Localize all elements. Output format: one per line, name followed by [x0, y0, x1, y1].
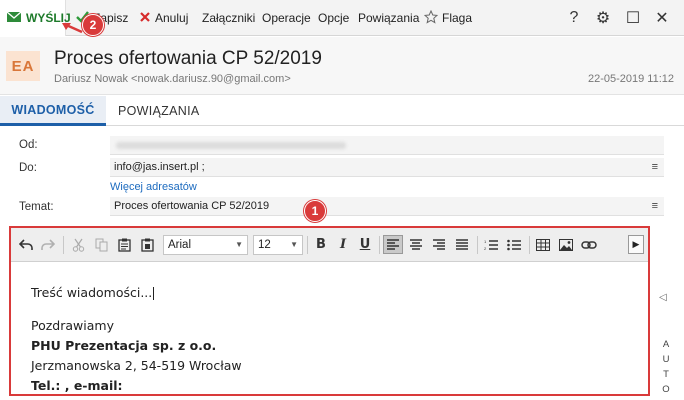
from-field[interactable]	[110, 136, 664, 155]
message-editor: Arial ▼ 12 ▼ B I U 12 ▶ Treść wiadomości…	[9, 226, 650, 396]
body-placeholder-line: Treść wiadomości...	[31, 285, 155, 300]
links-label: Powiązania	[358, 11, 420, 25]
close-window-icon[interactable]: ✕	[650, 0, 674, 36]
link-icon[interactable]	[579, 235, 599, 254]
toolbar-separator	[379, 236, 380, 254]
toolbar-separator	[477, 236, 478, 254]
italic-button[interactable]: I	[333, 235, 353, 254]
cancel-button[interactable]: Anuluj	[139, 0, 188, 36]
avatar: EA	[6, 51, 40, 81]
tab-message[interactable]: WIADOMOŚĆ	[0, 96, 106, 126]
signature-contact: Tel.: , e-mail:	[31, 378, 123, 393]
side-panel-letter: U	[662, 354, 670, 365]
signature-greeting: Pozdrawiamy	[31, 318, 114, 333]
align-right-icon[interactable]	[429, 235, 449, 254]
close-x-icon	[139, 11, 151, 26]
cancel-button-label: Anuluj	[155, 11, 189, 25]
from-label: Od:	[19, 139, 38, 151]
align-center-icon[interactable]	[406, 235, 426, 254]
font-family-value: Arial	[168, 239, 192, 251]
tab-bar: WIADOMOŚĆ POWIĄZANIA	[0, 96, 684, 126]
toolbar-separator	[529, 236, 530, 254]
attachments-label: Załączniki	[202, 11, 256, 25]
message-date: 22-05-2019 11:12	[587, 73, 674, 85]
tab-links[interactable]: POWIĄZANIA	[112, 96, 199, 126]
editor-toolbar: Arial ▼ 12 ▼ B I U 12 ▶	[11, 228, 648, 262]
toolbar-separator	[307, 236, 308, 254]
signature-address: Jerzmanowska 2, 54-519 Wrocław	[31, 358, 242, 373]
font-size-value: 12	[258, 239, 271, 251]
cut-icon[interactable]	[68, 235, 88, 254]
toolbar-separator	[63, 236, 64, 254]
callout-badge-1: 1	[304, 200, 326, 222]
bold-button[interactable]: B	[311, 235, 331, 254]
chevron-down-icon: ▼	[235, 240, 243, 249]
redacted-sender	[116, 142, 346, 149]
bullet-list-icon[interactable]	[504, 235, 524, 254]
align-justify-icon[interactable]	[452, 235, 472, 254]
toolbar-more-button[interactable]: ▶	[628, 235, 644, 254]
help-icon[interactable]: ?	[562, 0, 586, 36]
operations-menu[interactable]: Operacje	[262, 0, 311, 36]
to-label: Do:	[19, 162, 37, 174]
side-panel-letter: O	[662, 384, 670, 395]
to-field-value: info@jas.insert.pl ;	[114, 161, 205, 173]
attachments-menu[interactable]: Załączniki	[202, 0, 255, 36]
paste-icon[interactable]	[114, 235, 134, 254]
message-header: EA Proces ofertowania CP 52/2019 Dariusz…	[0, 37, 684, 95]
subject-field-value: Proces ofertowania CP 52/2019	[114, 200, 270, 212]
envelope-icon	[6, 10, 22, 27]
svg-text:2: 2	[484, 246, 487, 251]
subject-menu-icon[interactable]: ≡	[652, 197, 658, 216]
side-panel-letter: T	[663, 369, 669, 380]
options-menu[interactable]: Opcje	[318, 0, 349, 36]
settings-gear-icon[interactable]: ⚙	[591, 0, 615, 36]
copy-icon[interactable]	[91, 235, 111, 254]
editor-body[interactable]: Treść wiadomości... Pozdrawiamy PHU Prez…	[11, 263, 648, 394]
redo-icon[interactable]	[38, 235, 58, 254]
main-toolbar: WYŚLIJ Zapisz Anuluj Załączniki Operacje…	[0, 0, 684, 36]
chevron-down-icon: ▼	[290, 240, 298, 249]
numbered-list-icon[interactable]: 12	[481, 235, 501, 254]
operations-label: Operacje	[262, 11, 311, 25]
flag-label: Flaga	[442, 11, 473, 25]
subject-label: Temat:	[19, 201, 54, 213]
flag-button[interactable]: Flaga	[423, 0, 473, 36]
signature-company: PHU Prezentacja sp. z o.o.	[31, 338, 217, 353]
links-menu[interactable]: Powiązania	[358, 0, 419, 36]
svg-text:1: 1	[484, 239, 487, 244]
undo-icon[interactable]	[16, 235, 36, 254]
to-menu-icon[interactable]: ≡	[652, 158, 658, 177]
to-field[interactable]: info@jas.insert.pl ; ≡	[110, 158, 664, 177]
more-addresses-link[interactable]: Więcej adresatów	[110, 181, 197, 193]
font-size-select[interactable]: 12 ▼	[253, 235, 303, 255]
send-button[interactable]: WYŚLIJ	[0, 0, 71, 36]
paste-special-icon[interactable]	[137, 235, 157, 254]
align-left-icon[interactable]	[383, 235, 403, 254]
side-panel-letter: A	[662, 339, 670, 350]
sender-line: Dariusz Nowak <nowak.dariusz.90@gmail.co…	[54, 73, 291, 85]
table-icon[interactable]	[533, 235, 553, 254]
side-panel-vertical-label[interactable]: A U T O	[661, 337, 671, 397]
message-title: Proces ofertowania CP 52/2019	[54, 48, 322, 69]
star-icon	[423, 9, 439, 27]
text-caret	[153, 287, 155, 300]
subject-field[interactable]: Proces ofertowania CP 52/2019 ≡	[110, 197, 664, 216]
chevron-right-icon: ▶	[632, 239, 640, 249]
image-icon[interactable]	[556, 235, 576, 254]
callout-badge-2: 2	[82, 14, 104, 36]
options-label: Opcje	[318, 11, 350, 25]
font-family-select[interactable]: Arial ▼	[163, 235, 248, 255]
underline-button[interactable]: U	[355, 235, 375, 254]
body-placeholder-text: Treść wiadomości...	[31, 285, 153, 300]
maximize-window-icon[interactable]: ☐	[621, 0, 645, 36]
expand-panel-arrow-icon[interactable]: ◁	[659, 292, 667, 303]
